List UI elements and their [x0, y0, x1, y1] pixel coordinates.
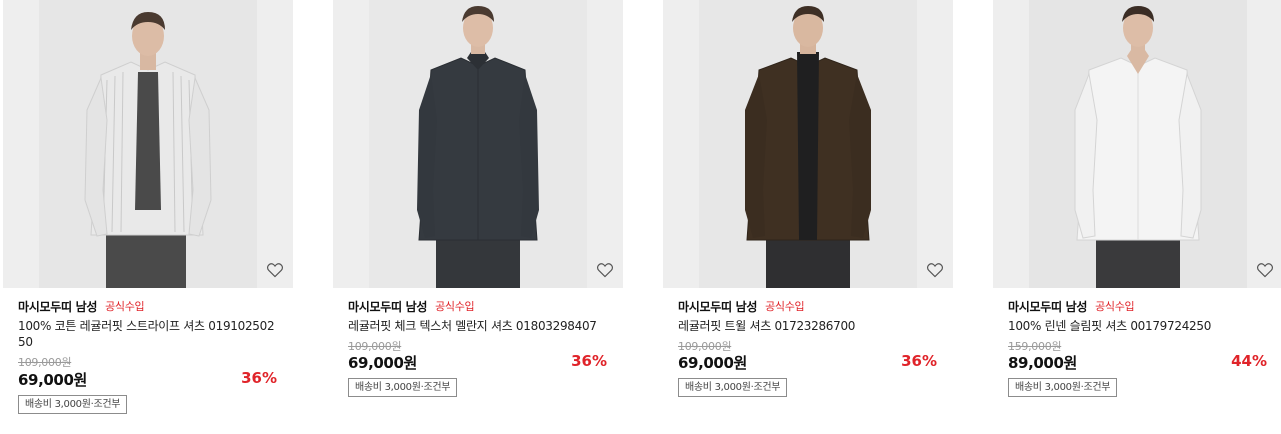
product-title[interactable]: 레귤러핏 트윌 셔츠 01723286700: [678, 318, 940, 334]
shipping-badge: 배송비 3,000원·조건부: [1008, 378, 1118, 397]
product-title[interactable]: 100% 코튼 레귤러핏 스트라이프 셔츠 01910250250: [18, 318, 280, 350]
product-card[interactable]: 마시모두띠 남성 공식수입 레귤러핏 체크 텍스처 멜란지 셔츠 0180329…: [333, 0, 623, 434]
brand-row: 마시모두띠 남성 공식수입: [348, 298, 475, 315]
product-image[interactable]: [993, 0, 1281, 288]
discount-rate: 44%: [1231, 352, 1267, 370]
model-photo: [3, 0, 293, 288]
brand-name[interactable]: 마시모두띠 남성: [348, 298, 427, 315]
official-import-badge: 공식수입: [765, 300, 805, 313]
sale-price: 69,000원: [348, 354, 417, 372]
model-photo: [663, 0, 953, 288]
heart-outline-icon[interactable]: [266, 262, 284, 278]
discount-rate: 36%: [571, 352, 607, 370]
discount-rate: 36%: [901, 352, 937, 370]
brand-row: 마시모두띠 남성 공식수입: [18, 298, 145, 315]
brand-name[interactable]: 마시모두띠 남성: [678, 298, 757, 315]
heart-outline-icon[interactable]: [596, 262, 614, 278]
model-photo: [333, 0, 623, 288]
brand-name[interactable]: 마시모두띠 남성: [1008, 298, 1087, 315]
product-title[interactable]: 100% 린넨 슬림핏 셔츠 00179724250: [1008, 318, 1270, 334]
product-card[interactable]: 마시모두띠 남성 공식수입 100% 코튼 레귤러핏 스트라이프 셔츠 0191…: [3, 0, 293, 434]
brand-row: 마시모두띠 남성 공식수입: [1008, 298, 1135, 315]
product-image[interactable]: [663, 0, 953, 288]
sale-price: 69,000원: [678, 354, 747, 372]
shipping-badge: 배송비 3,000원·조건부: [678, 378, 788, 397]
shipping-badge: 배송비 3,000원·조건부: [348, 378, 458, 397]
heart-outline-icon[interactable]: [1256, 262, 1274, 278]
model-photo: [993, 0, 1281, 288]
product-image[interactable]: [3, 0, 293, 288]
product-card[interactable]: 마시모두띠 남성 공식수입 100% 린넨 슬림핏 셔츠 00179724250…: [993, 0, 1281, 434]
heart-outline-icon[interactable]: [926, 262, 944, 278]
product-title[interactable]: 레귤러핏 체크 텍스처 멜란지 셔츠 01803298407: [348, 318, 610, 334]
official-import-badge: 공식수입: [1095, 300, 1135, 313]
product-card[interactable]: 마시모두띠 남성 공식수입 레귤러핏 트윌 셔츠 01723286700 109…: [663, 0, 953, 434]
sale-price: 69,000원: [18, 371, 87, 389]
shipping-badge: 배송비 3,000원·조건부: [18, 395, 128, 414]
original-price: 109,000원: [18, 356, 72, 369]
brand-name[interactable]: 마시모두띠 남성: [18, 298, 97, 315]
official-import-badge: 공식수입: [435, 300, 475, 313]
brand-row: 마시모두띠 남성 공식수입: [678, 298, 805, 315]
discount-rate: 36%: [241, 369, 277, 387]
sale-price: 89,000원: [1008, 354, 1077, 372]
official-import-badge: 공식수입: [105, 300, 145, 313]
product-image[interactable]: [333, 0, 623, 288]
